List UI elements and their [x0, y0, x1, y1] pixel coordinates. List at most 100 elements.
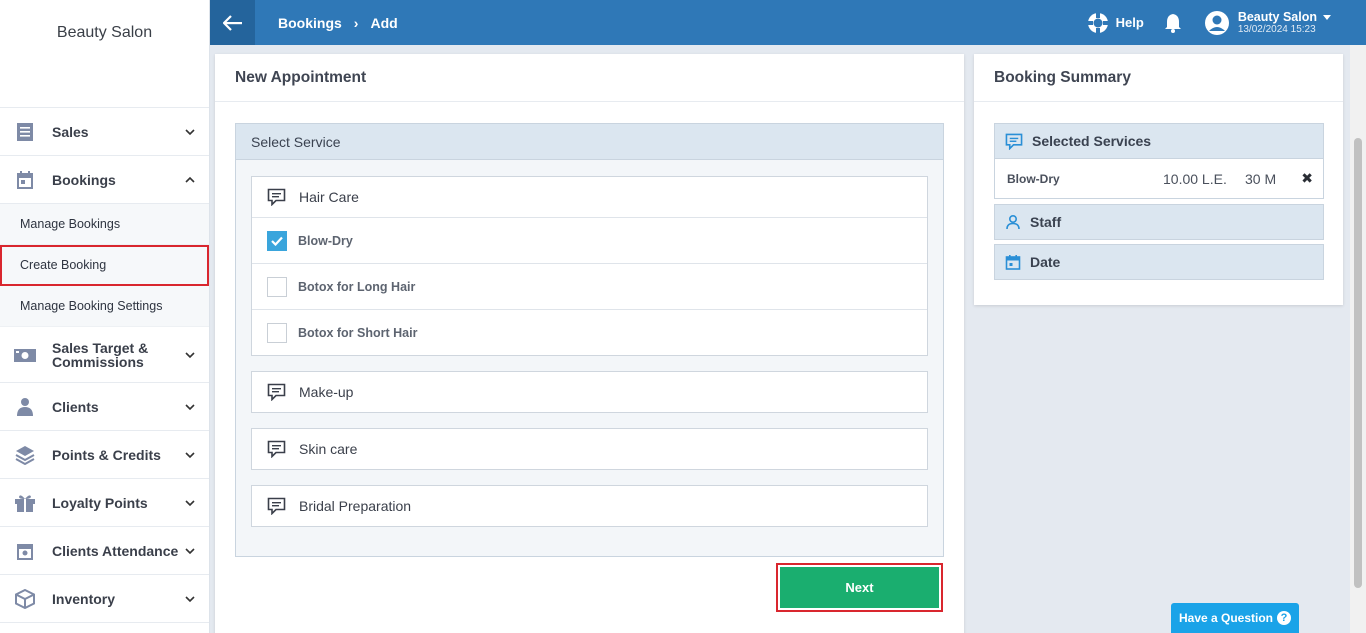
group-header[interactable]: Bridal Preparation — [252, 486, 927, 526]
box-icon — [12, 586, 38, 612]
user-avatar-icon — [1204, 10, 1229, 35]
selected-services-header[interactable]: Selected Services — [995, 124, 1323, 158]
top-bar-actions: Help Beauty Salon 13/02/2024 15:23 — [1086, 0, 1366, 45]
question-mark-icon: ? — [1277, 611, 1292, 625]
staff-block[interactable]: Staff — [994, 204, 1324, 240]
comment-icon — [267, 188, 286, 206]
service-option-botox-short-hair[interactable]: Botox for Short Hair — [252, 309, 927, 355]
top-bar: Bookings › Add Help Beauty Salon 13/02/2… — [210, 0, 1366, 45]
sidebar-item-inventory[interactable]: Inventory — [0, 575, 209, 623]
client-icon — [12, 394, 38, 420]
group-header[interactable]: Skin care — [252, 429, 927, 469]
comment-icon — [267, 383, 286, 401]
selected-service-duration: 30 M — [1245, 170, 1277, 187]
sidebar-item-points-credits[interactable]: Points & Credits — [0, 431, 209, 479]
brand-name: Beauty Salon — [0, 0, 209, 108]
check-icon — [271, 236, 283, 246]
calendar-check-icon — [12, 538, 38, 564]
service-group-bridal-preparation[interactable]: Bridal Preparation — [251, 485, 928, 527]
sidebar-item-sales-target[interactable]: Sales Target & Commissions — [0, 327, 209, 383]
sidebar-subitem-create-booking[interactable]: Create Booking — [0, 245, 209, 286]
staff-header[interactable]: Staff — [995, 205, 1323, 239]
service-group-hair-care: Hair Care Blow-Dry Botox for Long Hair B… — [251, 176, 928, 356]
sidebar-subitem-booking-settings[interactable]: Manage Booking Settings — [0, 286, 209, 327]
sidebar-item-clients-attendance[interactable]: Clients Attendance — [0, 527, 209, 575]
service-option-blow-dry[interactable]: Blow-Dry — [252, 217, 927, 263]
question-label: Have a Question — [1178, 611, 1274, 625]
breadcrumb-bookings[interactable]: Bookings — [278, 15, 342, 31]
bell-icon — [1164, 13, 1181, 33]
user-menu[interactable]: Beauty Salon 13/02/2024 15:23 — [1204, 10, 1331, 36]
money-icon — [12, 342, 38, 368]
next-button[interactable]: Next — [780, 567, 939, 608]
date-label: Date — [1030, 254, 1061, 270]
group-label: Make-up — [299, 384, 354, 400]
date-header[interactable]: Date — [995, 245, 1323, 279]
back-button[interactable] — [210, 0, 255, 45]
receipt-icon — [12, 119, 38, 145]
chevron-down-icon — [185, 451, 195, 458]
comment-icon — [267, 497, 286, 515]
breadcrumb-separator-icon: › — [353, 14, 359, 31]
layers-icon — [12, 442, 38, 468]
chevron-up-icon — [185, 176, 195, 183]
current-datetime: 13/02/2024 15:23 — [1237, 23, 1316, 35]
new-appointment-card: New Appointment Select Service Hair Care… — [215, 54, 964, 633]
selected-services-block: Selected Services Blow-Dry 10.00 L.E. 30… — [994, 123, 1324, 199]
help-button[interactable]: Help — [1086, 11, 1144, 35]
chevron-down-icon — [185, 128, 195, 135]
selected-service-price: 10.00 L.E. — [1163, 170, 1227, 187]
chevron-down-icon — [185, 595, 195, 602]
service-option-botox-long-hair[interactable]: Botox for Long Hair — [252, 263, 927, 309]
selected-services-label: Selected Services — [1032, 133, 1152, 149]
next-button-highlight: Next — [776, 563, 943, 612]
chevron-down-icon — [185, 403, 195, 410]
selected-service-row: Blow-Dry 10.00 L.E. 30 M ✖ — [995, 158, 1323, 198]
panel-title: Select Service — [236, 124, 943, 160]
page-title: New Appointment — [215, 54, 964, 102]
remove-icon[interactable]: ✖ — [1301, 170, 1313, 187]
group-label: Skin care — [299, 441, 358, 457]
group-header[interactable]: Hair Care — [252, 177, 927, 217]
gift-icon — [12, 490, 38, 516]
service-label: Botox for Short Hair — [298, 325, 418, 340]
sidebar-item-bookings[interactable]: Bookings — [0, 156, 209, 204]
group-label: Hair Care — [299, 189, 359, 205]
sidebar-item-loyalty-points[interactable]: Loyalty Points — [0, 479, 209, 527]
calendar-icon — [1005, 255, 1021, 270]
scrollbar-thumb[interactable] — [1354, 138, 1362, 588]
sidebar-item-clients[interactable]: Clients — [0, 383, 209, 431]
selected-service-name: Blow-Dry — [1007, 171, 1060, 186]
service-label: Blow-Dry — [298, 233, 353, 248]
sidebar: Beauty Salon Sales Bookings Manage Booki… — [0, 0, 210, 633]
bookings-submenu: Manage Bookings Create Booking Manage Bo… — [0, 204, 209, 327]
service-label: Botox for Long Hair — [298, 279, 416, 294]
chevron-down-icon — [185, 351, 195, 358]
comment-icon — [1005, 133, 1023, 150]
user-icon — [1006, 214, 1020, 230]
comment-icon — [267, 440, 286, 458]
have-a-question-button[interactable]: Have a Question ? — [1171, 603, 1299, 633]
select-service-panel: Select Service Hair Care Blow-Dry Botox … — [235, 123, 944, 557]
user-name: Beauty Salon — [1237, 9, 1317, 24]
breadcrumb-add: Add — [370, 14, 398, 31]
checkbox-checked[interactable] — [267, 230, 287, 251]
group-header[interactable]: Make-up — [252, 372, 927, 412]
notifications-button[interactable] — [1164, 13, 1182, 33]
checkbox[interactable] — [267, 276, 287, 297]
booking-summary-card: Booking Summary Selected Services Blow-D… — [974, 54, 1343, 305]
group-label: Bridal Preparation — [299, 498, 412, 514]
checkbox[interactable] — [267, 322, 287, 343]
staff-label: Staff — [1030, 214, 1062, 230]
sidebar-item-sales[interactable]: Sales — [0, 108, 209, 156]
sidebar-subitem-manage-bookings[interactable]: Manage Bookings — [0, 204, 209, 245]
service-group-make-up[interactable]: Make-up — [251, 371, 928, 413]
date-block[interactable]: Date — [994, 244, 1324, 280]
sidebar-item-label: Sales Target & Commissions — [52, 339, 149, 370]
breadcrumb: Bookings › Add — [278, 15, 398, 31]
page-scrollbar[interactable] — [1350, 45, 1366, 633]
service-group-skin-care[interactable]: Skin care — [251, 428, 928, 470]
help-label: Help — [1115, 15, 1144, 30]
arrow-left-icon — [222, 14, 242, 31]
calendar-icon — [12, 167, 38, 193]
